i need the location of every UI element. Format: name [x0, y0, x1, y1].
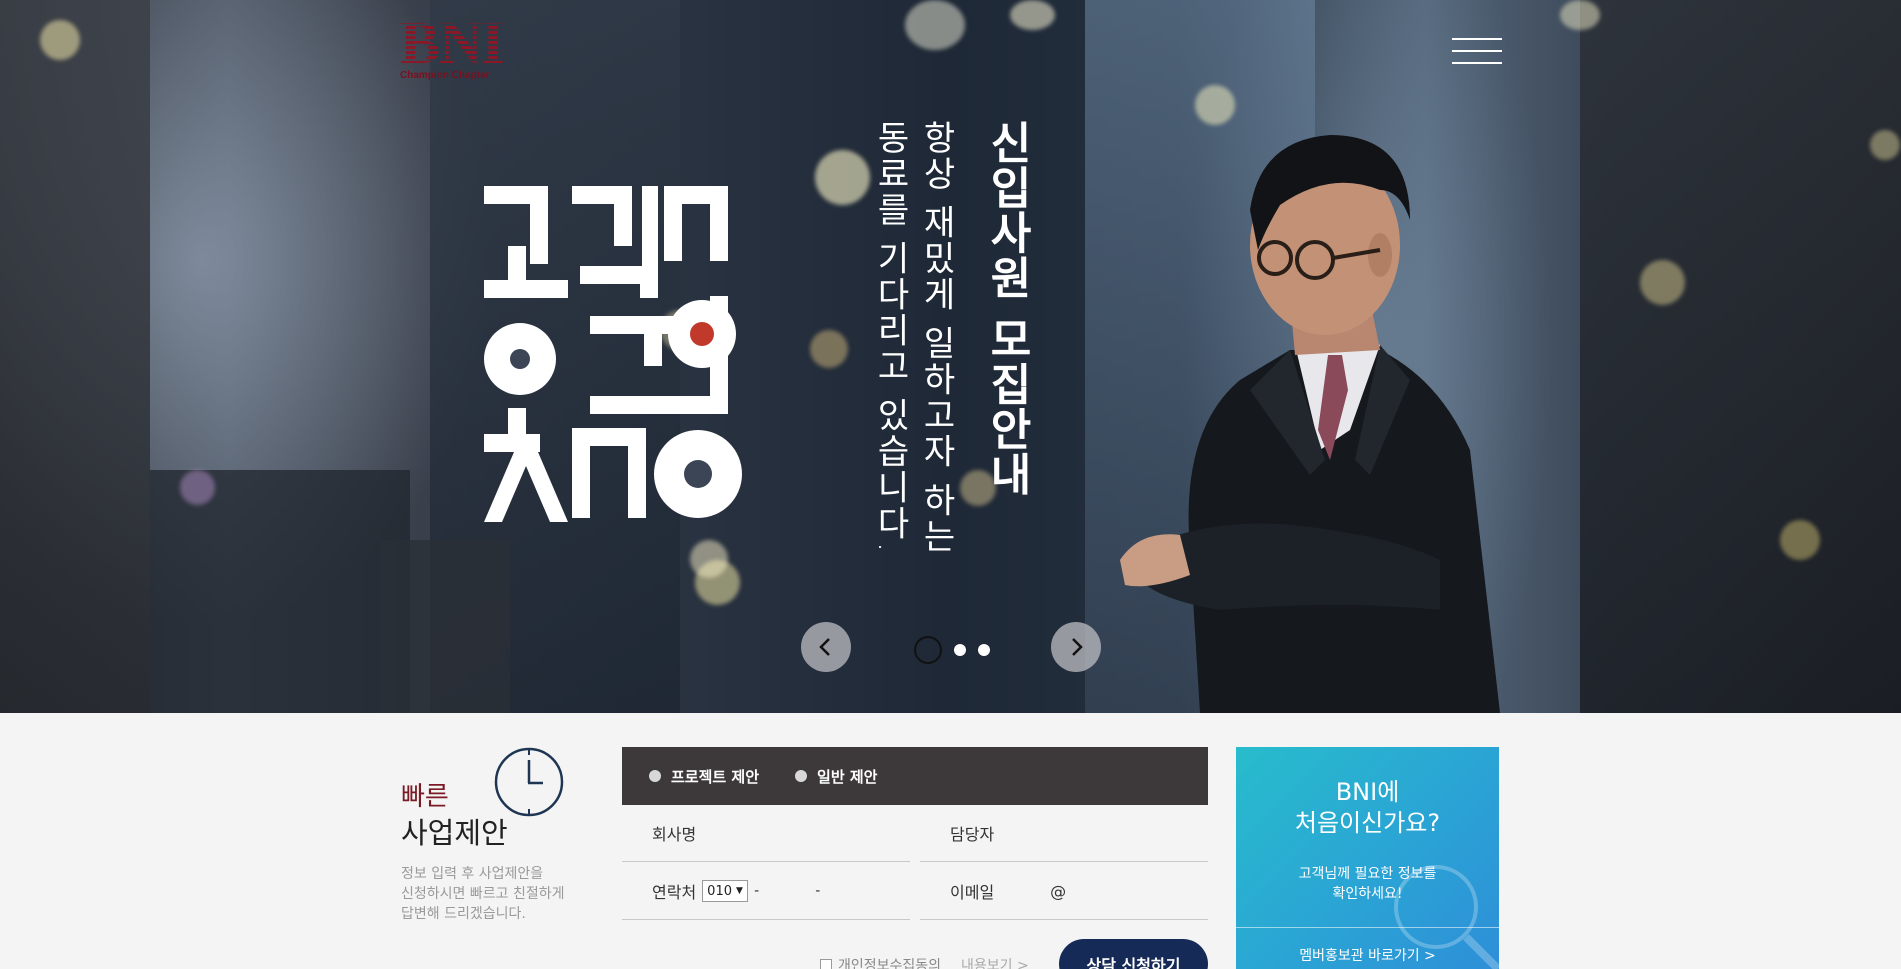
slide-dot-2[interactable]	[954, 644, 966, 656]
logo-text: BNI	[400, 13, 520, 73]
promo-desc-line: 고객님께 필요한 정보를	[1298, 866, 1437, 882]
manager-label: 담당자	[950, 825, 995, 844]
quick-desc-line: 정보 입력 후 사업제안을	[401, 866, 544, 882]
hero-businessman-photo	[1080, 130, 1540, 713]
bokeh-light	[1870, 130, 1900, 160]
hero-vertical-title: 신입사원 모집안내	[981, 120, 1032, 497]
bni-logo[interactable]: BNI Champion Chapter	[400, 13, 520, 88]
hero-vertical-subtitle-2: 동료를 기다리고 있습니다.	[870, 120, 910, 555]
quick-label-proposal: 사업제안	[401, 816, 508, 850]
slide-dot-3[interactable]	[978, 644, 990, 656]
phone-field: 연락처 010 ▼ - -	[622, 863, 910, 920]
quick-desc-line: 신청하시면 빠르고 친절하게	[401, 886, 565, 902]
businessman-illustration	[1120, 135, 1500, 713]
email-at-sign: @	[1050, 881, 1067, 901]
quick-label-fast: 빠른	[401, 782, 449, 812]
bokeh-light	[815, 150, 870, 205]
bokeh-light	[690, 540, 728, 578]
quick-desc-line: 답변해 드리겠습니다.	[401, 906, 526, 922]
radio-icon	[649, 770, 661, 782]
phone-separator: -	[754, 883, 760, 899]
bokeh-light	[810, 330, 848, 368]
slide-dot-1[interactable]	[914, 636, 942, 664]
phone-prefix-value: 010	[707, 883, 732, 899]
radio-icon	[795, 770, 808, 782]
company-label: 회사명	[652, 825, 697, 844]
slide-prev-button[interactable]	[801, 622, 851, 672]
bokeh-light	[40, 20, 80, 60]
slide-next-button[interactable]	[1051, 622, 1101, 672]
proposal-form: 프로젝트 제안 일반 제안 회사명 담당자 연락처 010 ▼ - - 이메일 …	[622, 747, 1208, 969]
chevron-right-icon	[1072, 638, 1083, 656]
phone-separator: -	[815, 883, 821, 899]
hero-banner: BNI Champion Chapter 신입사원 모집안내 항상 재밌게 일하…	[0, 0, 1901, 713]
promo-divider	[1236, 927, 1499, 928]
promo-title-2: 처음이신가요?	[1294, 809, 1441, 837]
privacy-view-link[interactable]: 내용보기 >	[961, 955, 1029, 969]
bokeh-light	[1560, 0, 1600, 30]
bokeh-light	[1780, 520, 1820, 560]
quick-proposal-intro: 빠른 사업제안 정보 입력 후 사업제안을 신청하시면 빠르고 친절하게 답변해…	[401, 746, 581, 946]
chevron-left-icon	[819, 638, 830, 656]
member-promo-link[interactable]: 멤버홍보관 바로가기 >	[1236, 945, 1499, 965]
bokeh-light	[1010, 0, 1055, 30]
email-label: 이메일	[950, 883, 995, 902]
hero-vertical-subtitle-1: 항상 재밌게 일하고자 하는	[916, 120, 956, 555]
dropdown-arrow-icon: ▼	[736, 886, 743, 896]
tab-general-proposal[interactable]: 일반 제안	[795, 766, 877, 787]
title-art-glyphs	[484, 186, 742, 522]
background-building	[0, 0, 150, 713]
slide-indicator	[914, 636, 990, 664]
company-field[interactable]: 회사명	[622, 805, 910, 862]
phone-label: 연락처	[652, 883, 697, 902]
privacy-agreement: 개인정보수집동의 내용보기 >	[820, 955, 1029, 969]
background-building	[150, 470, 410, 713]
hamburger-icon[interactable]	[1452, 38, 1502, 64]
promo-desc-line: 확인하세요!	[1332, 886, 1403, 902]
manager-field[interactable]: 담당자	[920, 805, 1208, 862]
bokeh-light	[905, 0, 965, 50]
hero-title-art	[484, 186, 744, 522]
clock-icon	[494, 747, 564, 817]
quick-description: 정보 입력 후 사업제안을 신청하시면 빠르고 친절하게 답변해 드리겠습니다.	[401, 864, 591, 924]
bokeh-light	[180, 470, 215, 505]
privacy-checkbox[interactable]	[820, 959, 832, 969]
first-visit-promo: BNI에 처음이신가요? 고객님께 필요한 정보를 확인하세요! 멤버홍보관 바…	[1236, 747, 1499, 969]
email-field[interactable]: 이메일 @	[920, 863, 1208, 920]
bokeh-light	[1195, 85, 1235, 125]
privacy-agree-label: 개인정보수집동의	[838, 958, 942, 969]
bokeh-light	[1640, 260, 1685, 305]
tab-label: 프로젝트 제안	[671, 767, 760, 786]
phone-prefix-select[interactable]: 010 ▼	[702, 880, 749, 902]
promo-description: 고객님께 필요한 정보를 확인하세요!	[1236, 864, 1499, 904]
tab-label: 일반 제안	[817, 767, 878, 786]
form-type-tabs: 프로젝트 제안 일반 제안	[622, 747, 1208, 805]
promo-title-1: BNI에	[1335, 778, 1400, 806]
tab-project-proposal[interactable]: 프로젝트 제안	[649, 766, 759, 787]
consult-submit-button[interactable]: 상담 신청하기	[1059, 939, 1208, 969]
background-building	[380, 540, 510, 713]
background-building	[1580, 0, 1901, 713]
